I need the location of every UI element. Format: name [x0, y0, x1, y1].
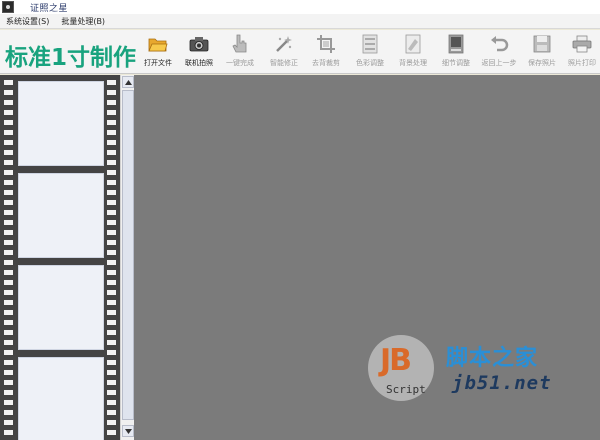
scroll-up-button[interactable] [122, 76, 134, 88]
color-adjust-icon [360, 34, 380, 54]
watermark: JB Script 脚本之家 jb51.net [368, 335, 600, 435]
background-label: 背景处理 [399, 59, 427, 67]
detail-adjust-label: 细节调整 [442, 59, 470, 67]
arrow-down-icon [124, 428, 132, 434]
toolbar: 标准1寸制作 打开文件 联机拍照 一键完成 智能修正 去背裁剪 色彩调整 背景处… [0, 30, 600, 74]
smart-fix-button[interactable]: 智能修正 [266, 34, 302, 72]
menu-batch-processing[interactable]: 批量处理(B) [61, 16, 105, 27]
one-click-button[interactable]: 一键完成 [222, 34, 258, 72]
crop-icon [316, 34, 336, 54]
color-adjust-label: 色彩调整 [356, 59, 384, 67]
window-title: 证照之星 [30, 3, 69, 14]
save-icon [532, 34, 552, 54]
color-adjust-button[interactable]: 色彩调整 [352, 34, 388, 72]
menu-bar: 系统设置(S) 批量处理(B) [0, 14, 600, 29]
undo-icon [489, 34, 509, 54]
menu-system-settings[interactable]: 系统设置(S) [6, 16, 49, 27]
save-photo-label: 保存照片 [528, 59, 556, 67]
print-photo-label: 照片打印 [568, 59, 596, 67]
film-perforation-right [107, 75, 116, 440]
hand-pointer-icon [230, 34, 250, 54]
film-perforation-left [4, 75, 13, 440]
film-frame[interactable] [18, 357, 104, 440]
crop-button[interactable]: 去背裁剪 [308, 34, 344, 72]
undo-button[interactable]: 返回上一步 [481, 34, 517, 72]
film-frame[interactable] [18, 173, 104, 258]
filmstrip-scrollbar[interactable] [120, 75, 134, 440]
one-click-label: 一键完成 [226, 59, 254, 67]
scroll-down-button[interactable] [122, 425, 134, 437]
undo-label: 返回上一步 [481, 59, 517, 67]
detail-adjust-button[interactable]: 细节调整 [438, 34, 474, 72]
watermark-logo-text: JB [380, 343, 412, 378]
magic-wand-icon [274, 34, 294, 54]
save-photo-button[interactable]: 保存照片 [524, 34, 560, 72]
print-icon [572, 34, 592, 54]
brand-title: 标准1寸制作 [5, 45, 137, 71]
app-icon [2, 1, 14, 13]
film-frame[interactable] [18, 81, 104, 166]
crop-label: 去背裁剪 [312, 59, 340, 67]
folder-open-icon [148, 34, 168, 54]
open-file-button[interactable]: 打开文件 [140, 34, 176, 72]
camera-capture-button[interactable]: 联机拍照 [181, 34, 217, 72]
camera-capture-label: 联机拍照 [185, 59, 213, 67]
title-bar: 证照之星 [0, 0, 600, 14]
background-button[interactable]: 背景处理 [395, 34, 431, 72]
smart-fix-label: 智能修正 [270, 59, 298, 67]
background-icon [403, 34, 423, 54]
open-file-label: 打开文件 [144, 59, 172, 67]
camera-icon [189, 34, 209, 54]
film-frame[interactable] [18, 265, 104, 350]
photo-filmstrip [0, 75, 120, 440]
detail-icon [446, 34, 466, 54]
watermark-url: jb51.net [452, 372, 552, 394]
print-photo-button[interactable]: 照片打印 [564, 34, 600, 72]
watermark-site-name: 脚本之家 [446, 346, 539, 371]
watermark-script-text: Script [386, 383, 426, 396]
scroll-thumb[interactable] [122, 90, 134, 420]
arrow-up-icon [124, 79, 132, 85]
